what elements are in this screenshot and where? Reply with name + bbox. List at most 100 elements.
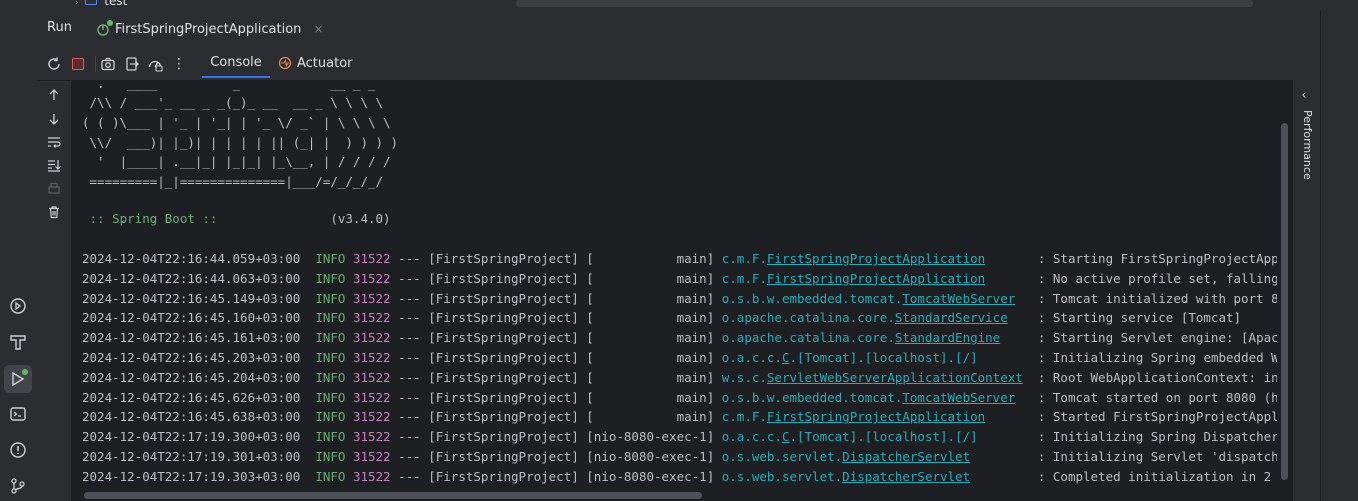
log-message: : Tomcat initialized with port 8080 (htt…: [1037, 290, 1277, 306]
actuator-icon: [278, 56, 292, 70]
log-level: INFO: [315, 251, 346, 266]
performance-tool-tab[interactable]: Performance: [1296, 110, 1314, 180]
terminal-icon[interactable]: [8, 404, 28, 424]
log-level: INFO: [315, 409, 346, 425]
log-timestamp: 2024-12-04T22:16:45.638+03:00: [82, 409, 301, 425]
log-logger[interactable]: o.s.web.servlet.DispatcherServlet: [722, 449, 970, 464]
log-message: : Starting service [Tomcat]: [1037, 310, 1242, 326]
log-thread: [ main]: [586, 251, 715, 266]
process-tab[interactable]: FirstSpringProjectApplication ×: [85, 10, 324, 50]
log-pid: 31522: [352, 310, 391, 326]
console-output[interactable]: . ____ _ __ _ _ /\\ / ___'_ __ _ _(_)_ _…: [71, 81, 1277, 490]
tab-console-label: Console: [210, 54, 262, 70]
tab-actuator[interactable]: Actuator: [278, 48, 353, 78]
log-thread: [ main]: [586, 290, 715, 306]
problems-icon[interactable]: [8, 440, 28, 460]
log-app: [FirstSpringProject]: [428, 310, 579, 326]
log-logger[interactable]: c.m.F.FirstSpringProjectApplication: [722, 409, 985, 424]
log-logger[interactable]: o.s.b.w.embedded.tomcat.TomcatWebServer: [722, 390, 1016, 405]
log-logger[interactable]: o.apache.catalina.core.StandardService: [722, 310, 1008, 325]
log-level: INFO: [315, 330, 346, 346]
log-line: 2024-12-04T22:16:45.638+03:00 INFO 31522…: [82, 407, 1277, 427]
log-timestamp: 2024-12-04T22:16:45.161+03:00: [82, 330, 301, 346]
log-message: : Started FirstSpringProjectApplication …: [1037, 409, 1277, 425]
log-logger[interactable]: c.m.F.FirstSpringProjectApplication: [722, 271, 985, 286]
log-level: INFO: [315, 350, 346, 365]
exit-icon[interactable]: [123, 55, 141, 73]
log-thread: [ main]: [586, 310, 715, 326]
log-separator: ---: [398, 369, 421, 385]
log-message: : Initializing Servlet 'dispatcherServle…: [1037, 449, 1277, 464]
log-timestamp: 2024-12-04T22:16:44.063+03:00: [82, 270, 301, 286]
log-pid: 31522: [352, 429, 391, 445]
scrollbar-thumb[interactable]: [84, 492, 702, 499]
log-logger[interactable]: o.a.c.c.C.[Tomcat].[localhost].[/]: [722, 350, 978, 365]
log-logger[interactable]: o.apache.catalina.core.StandardEngine: [722, 330, 1000, 345]
tree-row-test[interactable]: › test: [75, 0, 127, 8]
more-icon[interactable]: ⋮: [170, 55, 188, 73]
spring-banner-line: ' |____| .__|_| |_|_| |_\__, | / / / /: [82, 154, 391, 169]
log-separator: ---: [398, 251, 421, 266]
run-toolbar: ⋮ Console Actuator: [37, 48, 1293, 81]
log-logger[interactable]: o.a.c.c.C.[Tomcat].[localhost].[/]: [722, 429, 978, 444]
log-thread: [nio-8080-exec-1]: [586, 449, 715, 464]
log-separator: ---: [398, 468, 421, 484]
log-logger[interactable]: w.s.c.ServletWebServerApplicationContext: [722, 370, 1023, 385]
build-icon[interactable]: [8, 332, 28, 352]
log-logger[interactable]: o.s.web.servlet.DispatcherServlet: [722, 469, 970, 484]
log-line: 2024-12-04T22:16:45.161+03:00 INFO 31522…: [82, 328, 1277, 348]
log-pid: 31522: [352, 409, 391, 425]
log-level: INFO: [315, 468, 346, 484]
log-pid: 31522: [352, 389, 391, 405]
coverage-icon[interactable]: [146, 55, 164, 73]
console-horizontal-scrollbar[interactable]: [71, 490, 1277, 501]
log-separator: ---: [398, 270, 421, 286]
log-app: [FirstSpringProject]: [428, 270, 579, 286]
log-app: [FirstSpringProject]: [428, 290, 579, 306]
log-separator: ---: [398, 389, 421, 405]
console-side-toolbar: [37, 81, 71, 501]
log-separator: ---: [398, 409, 421, 425]
log-message: : No active profile set, falling back to…: [1037, 270, 1277, 286]
log-thread: [ main]: [586, 350, 715, 365]
console-vertical-scrollbar[interactable]: [1277, 81, 1293, 490]
git-icon[interactable]: [8, 476, 28, 496]
stop-icon[interactable]: [69, 55, 87, 73]
services-icon[interactable]: [8, 296, 28, 316]
print-icon: [46, 181, 62, 197]
log-thread: [ main]: [586, 369, 715, 385]
log-pid: 31522: [352, 468, 391, 484]
rerun-icon[interactable]: [45, 55, 63, 73]
log-timestamp: 2024-12-04T22:16:45.203+03:00: [82, 350, 301, 365]
run-icon[interactable]: [4, 365, 32, 393]
log-line: 2024-12-04T22:16:45.149+03:00 INFO 31522…: [82, 289, 1277, 309]
log-app: [FirstSpringProject]: [428, 350, 579, 365]
log-line: 2024-12-04T22:17:19.301+03:00 INFO 31522…: [82, 447, 1277, 467]
log-separator: ---: [398, 330, 421, 346]
log-logger[interactable]: o.s.b.w.embedded.tomcat.TomcatWebServer: [722, 291, 1016, 306]
log-app: [FirstSpringProject]: [428, 251, 579, 266]
soft-wrap-icon[interactable]: [46, 134, 62, 150]
editor-scrollbar[interactable]: [516, 0, 1253, 7]
log-message: : Starting FirstSpringProjectApplication…: [1037, 251, 1277, 266]
trash-icon[interactable]: [46, 204, 62, 220]
log-line: 2024-12-04T22:16:45.204+03:00 INFO 31522…: [82, 368, 1277, 388]
tab-console[interactable]: Console: [202, 48, 270, 78]
log-thread: [ main]: [586, 330, 715, 346]
run-panel-header: Run FirstSpringProjectApplication ×: [37, 10, 1293, 50]
folder-icon: [85, 0, 98, 5]
camera-icon[interactable]: [99, 55, 117, 73]
chevron-left-icon[interactable]: ‹: [1295, 86, 1313, 104]
spring-banner-line: /\\ / ___'_ __ _ _(_)_ __ __ _ \ \ \ \: [82, 95, 384, 110]
log-level: INFO: [315, 429, 346, 445]
log-pid: 31522: [352, 270, 391, 286]
close-icon[interactable]: ×: [313, 22, 323, 36]
scroll-to-end-icon[interactable]: [46, 157, 62, 173]
scrollbar-thumb[interactable]: [1281, 123, 1288, 480]
log-pid: 31522: [352, 251, 391, 266]
spring-banner-line: =========|_|==============|___/=/_/_/_/: [82, 174, 384, 189]
log-logger[interactable]: c.m.F.FirstSpringProjectApplication: [722, 251, 985, 266]
log-timestamp: 2024-12-04T22:16:44.059+03:00: [82, 251, 301, 266]
scroll-down-icon[interactable]: [46, 111, 62, 127]
scroll-up-icon[interactable]: [46, 87, 62, 103]
